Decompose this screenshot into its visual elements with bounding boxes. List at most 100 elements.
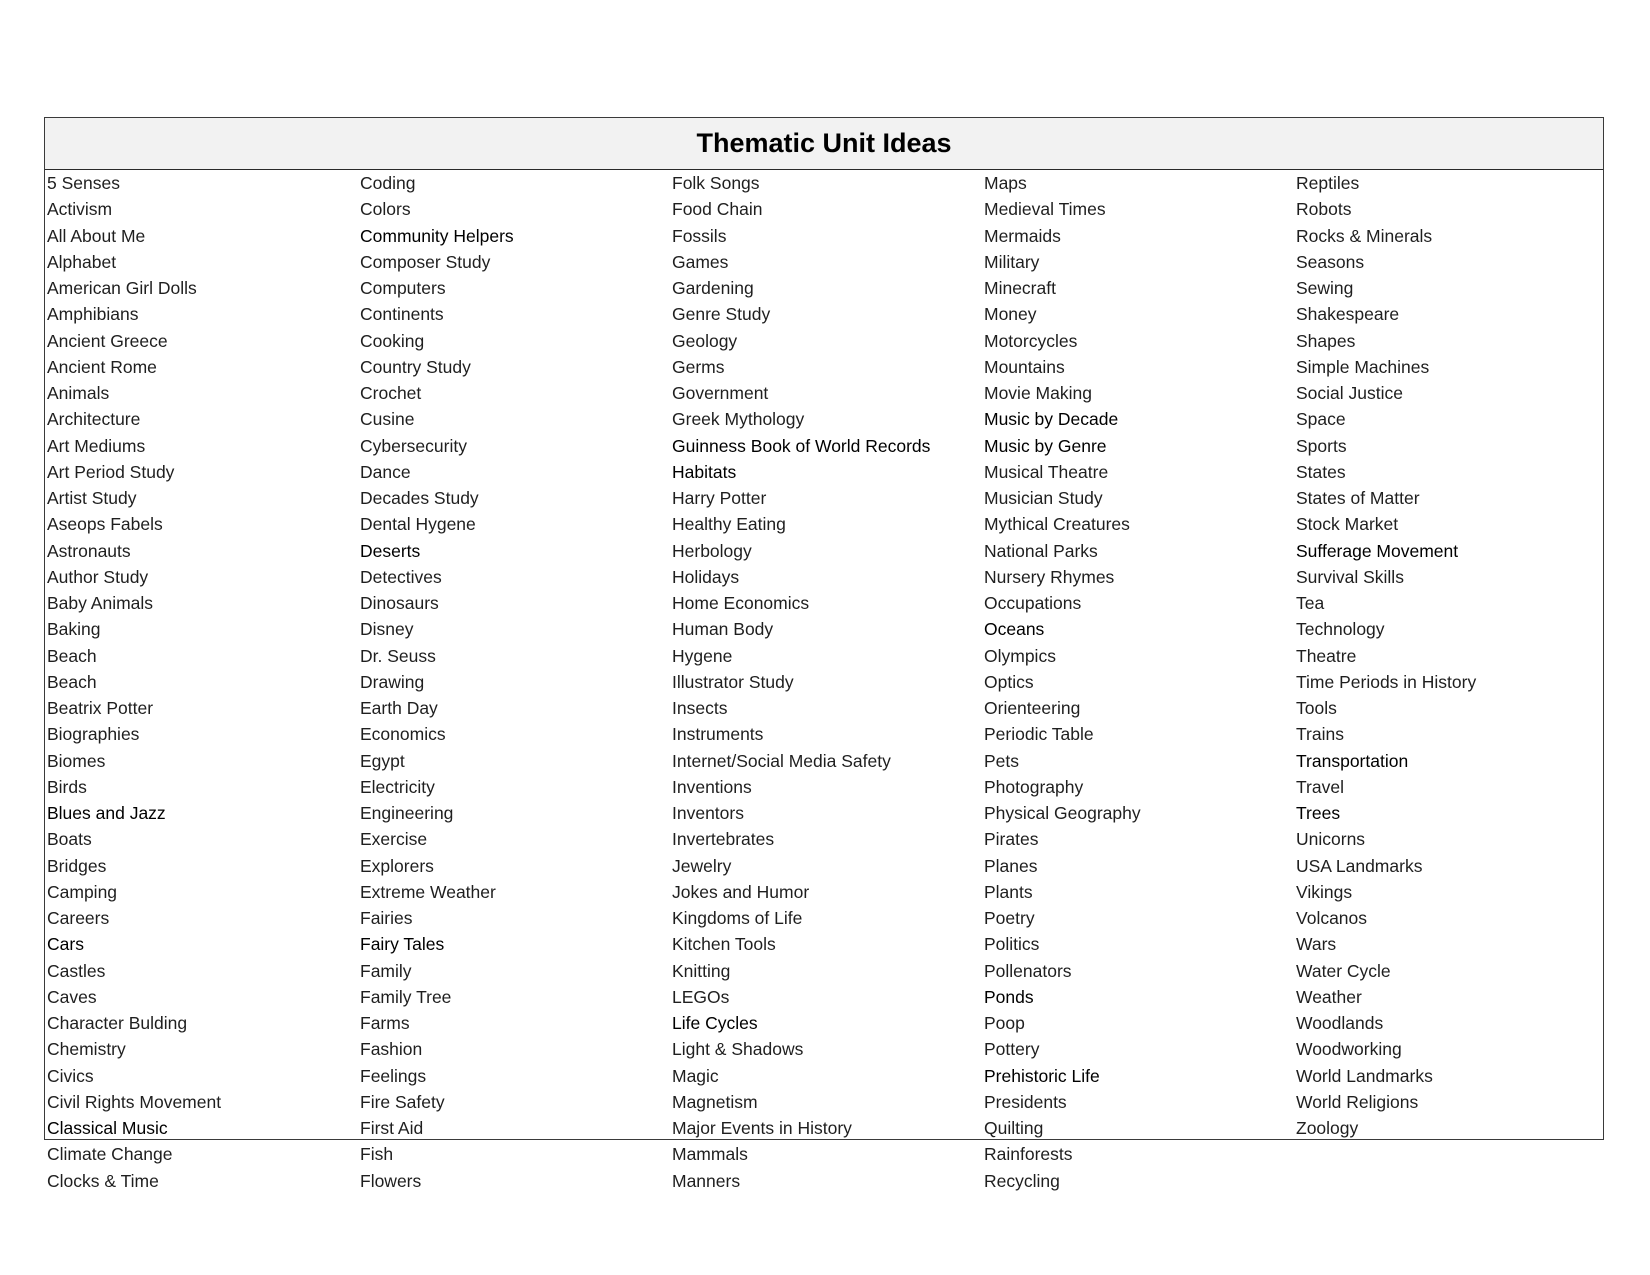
topic-item: Economics — [360, 724, 446, 745]
topic-item: Technology — [1296, 619, 1385, 640]
topic-item: Poop — [984, 1013, 1025, 1033]
topic-item: Continents — [360, 304, 444, 325]
topic-item: Herbology — [672, 540, 752, 561]
topic-item: Optics — [984, 671, 1034, 692]
topic-item: Engineering — [360, 803, 454, 823]
topic-item: Unicorns — [1296, 829, 1366, 850]
topic-grid: 5 Senses Activism All About Me Alphabet Amer… — [45, 170, 1603, 1191]
topic-item: Dinosaurs — [360, 593, 439, 613]
topic-item: Caves — [47, 986, 97, 1007]
topic-item: Rocks & Minerals — [1296, 225, 1433, 246]
topic-column-2: Coding Colors Community Helpers Composer St… — [360, 170, 672, 1194]
topic-item: Pottery — [984, 1039, 1040, 1060]
topic-item: Climate Change — [47, 1144, 173, 1165]
topic-item: Animals — [47, 383, 110, 403]
topic-item: Internet/Social Media Safety — [672, 750, 891, 771]
topic-item: Deserts — [360, 540, 421, 561]
topic-item: Birds — [47, 776, 87, 797]
topic-item: First Aid — [360, 1118, 424, 1138]
topic-item: Crochet — [360, 383, 422, 403]
topic-item: Pirates — [984, 829, 1039, 850]
topic-item: Water Cycle — [1296, 960, 1391, 981]
topic-item: Computers — [360, 278, 446, 298]
topic-item: Dr. Seuss — [360, 645, 436, 666]
topic-item: Wars — [1296, 934, 1337, 955]
topic-item: Olympics — [984, 645, 1056, 666]
topic-item: Insects — [672, 698, 728, 718]
topic-item: Life Cycles — [672, 1013, 758, 1033]
topic-item: Military — [984, 251, 1040, 272]
topic-item: Author Study — [47, 566, 149, 587]
topic-item: World Landmarks — [1296, 1065, 1433, 1086]
topic-item: Drawing — [360, 671, 425, 692]
topic-item: Gardening — [672, 278, 754, 298]
topic-item: Musical Theatre — [984, 461, 1109, 482]
topic-item: Fire Safety — [360, 1091, 445, 1112]
topic-item: Art Period Study — [47, 461, 175, 482]
topic-item: Woodworking — [1296, 1039, 1402, 1060]
topic-item: Inventions — [672, 776, 752, 797]
topic-item: Planes — [984, 855, 1038, 876]
topic-item: Healthy Eating — [672, 514, 786, 535]
topic-item: Greek Mythology — [672, 409, 805, 430]
topic-item: Knitting — [672, 960, 731, 981]
topic-item: Time Periods in History — [1296, 671, 1477, 692]
topic-item: Composer Study — [360, 251, 491, 272]
topic-item: Seasons — [1296, 251, 1365, 272]
topic-item: Baby Animals — [47, 593, 154, 613]
topic-item: Biomes — [47, 750, 106, 771]
topic-item: Maps — [984, 173, 1027, 193]
topic-item: Movie Making — [984, 383, 1092, 403]
topic-item: Camping — [47, 881, 118, 902]
topic-item: Genre Study — [672, 304, 771, 325]
topic-item: Ancient Rome — [47, 356, 157, 377]
topic-item: Exercise — [360, 829, 428, 850]
topic-item: Theatre — [1296, 645, 1357, 666]
topic-item: Mountains — [984, 356, 1065, 377]
topic-item: Alphabet — [47, 251, 117, 272]
topic-item: Fashion — [360, 1039, 423, 1060]
topic-item: Motorcycles — [984, 330, 1078, 351]
topic-item: Music by Genre — [984, 435, 1107, 456]
topic-item: Clocks & Time — [47, 1170, 159, 1191]
topic-item: Feelings — [360, 1065, 427, 1086]
topic-item: Occupations — [984, 593, 1082, 613]
topic-column-1: 5 Senses Activism All About Me Alphabet Amer… — [47, 170, 359, 1194]
topic-item: Light & Shadows — [672, 1039, 804, 1060]
title-bar: Thematic Unit Ideas — [45, 118, 1603, 170]
topic-item: Kitchen Tools — [672, 934, 776, 955]
topic-item: Presidents — [984, 1091, 1067, 1112]
topic-item: Boats — [47, 829, 92, 850]
topic-item: Home Economics — [672, 593, 810, 613]
topic-item: Astronauts — [47, 540, 131, 561]
topic-item: Volcanos — [1296, 908, 1368, 928]
topic-item: Activism — [47, 199, 113, 220]
topic-item: Periodic Table — [984, 724, 1094, 745]
topic-item: Chemistry — [47, 1039, 126, 1060]
topic-item: Tea — [1296, 593, 1325, 613]
topic-item: Classical Music — [47, 1118, 168, 1138]
topic-item: Nursery Rhymes — [984, 566, 1115, 587]
topic-item: All About Me — [47, 225, 146, 246]
topic-item: Travel — [1296, 776, 1344, 797]
topic-item: Prehistoric Life — [984, 1065, 1100, 1086]
topic-item: Minecraft — [984, 278, 1056, 298]
page-title: Thematic Unit Ideas — [696, 128, 952, 158]
topic-column-3: Folk Songs Food Chain Fossils Games Gardenin… — [672, 170, 984, 1194]
topic-item: Family — [360, 960, 412, 981]
topic-item: Explorers — [360, 855, 434, 876]
topic-item: Space — [1296, 409, 1346, 430]
topic-item: Mythical Creatures — [984, 514, 1130, 535]
topic-item: Invertebrates — [672, 829, 775, 850]
topic-item: Dance — [360, 461, 411, 482]
topic-item: Cusine — [360, 409, 415, 430]
topic-item: Magnetism — [672, 1091, 758, 1112]
topic-item: Cybersecurity — [360, 435, 467, 456]
topic-item: Music by Decade — [984, 409, 1119, 430]
topic-item: Trees — [1296, 803, 1341, 823]
topic-item: Fish — [360, 1144, 394, 1165]
topic-item: Aseops Fabels — [47, 514, 163, 535]
topic-item: Vikings — [1296, 881, 1353, 902]
topic-item: American Girl Dolls — [47, 278, 197, 298]
topic-item: Stock Market — [1296, 514, 1399, 535]
